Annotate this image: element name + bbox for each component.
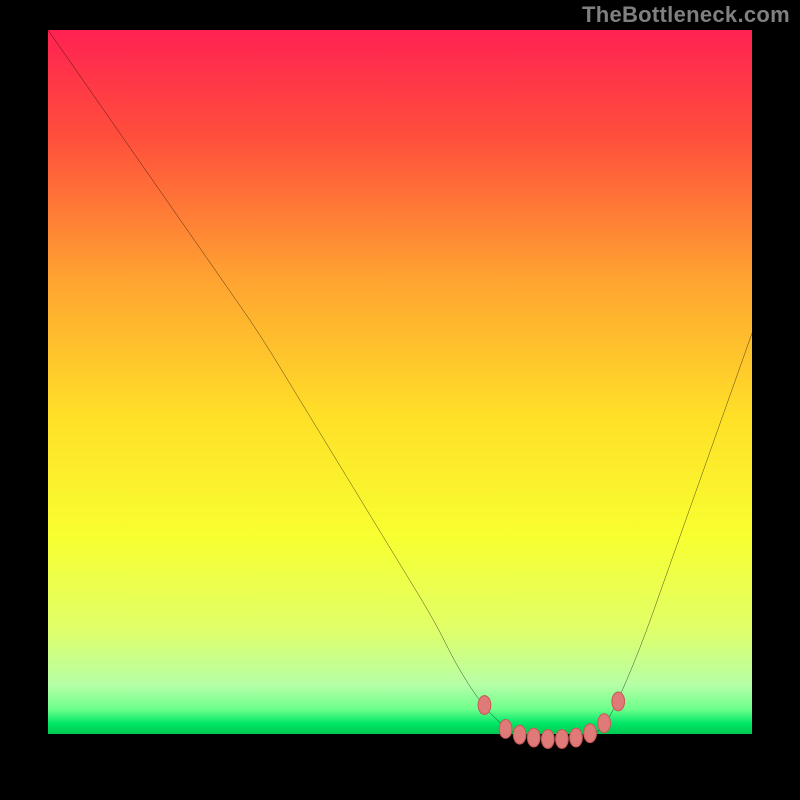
marker-dot	[499, 720, 512, 739]
plot-area	[48, 30, 752, 752]
marker-dot	[570, 728, 583, 747]
marker-dot	[513, 725, 526, 744]
marker-dot	[556, 730, 569, 749]
marker-dot	[584, 724, 597, 743]
marker-dot	[527, 728, 540, 747]
marker-dot	[598, 714, 611, 733]
marker-dot	[478, 696, 491, 715]
watermark-text: TheBottleneck.com	[582, 2, 790, 28]
chart-frame: TheBottleneck.com	[0, 0, 800, 800]
marker-dot	[542, 730, 555, 749]
marker-dot	[612, 692, 625, 711]
optimal-band-markers	[48, 30, 752, 752]
